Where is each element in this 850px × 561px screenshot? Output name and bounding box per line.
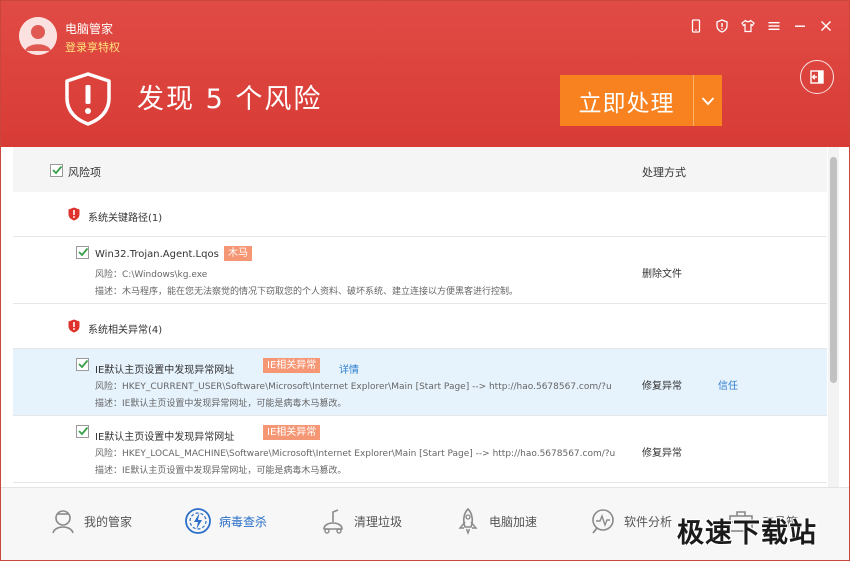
- risk-item[interactable]: Win32.Trojan.Agent.Lqos 木马 风险：C:\Windows…: [13, 237, 827, 304]
- checkmark-icon: [52, 165, 63, 175]
- risk-item-description: 描述：IE默认主页设置中发现异常网址，可能是病毒木马篡改。: [95, 399, 347, 409]
- details-link[interactable]: 详情: [339, 361, 359, 376]
- close-icon[interactable]: [815, 15, 837, 37]
- risk-item-name: IE默认主页设置中发现异常网址: [95, 365, 235, 376]
- column-header-action: 处理方式: [642, 166, 686, 179]
- header-banner: 电脑管家 登录享特权 发现 5 个风险 立即处理: [1, 1, 849, 147]
- risk-item-action[interactable]: 删除文件: [642, 265, 682, 280]
- danger-shield-icon: [68, 207, 80, 221]
- risk-item-checkbox[interactable]: [76, 425, 89, 438]
- scrollbar-thumb[interactable]: [830, 157, 837, 383]
- risk-item-name: IE默认主页设置中发现异常网址: [95, 432, 235, 443]
- nav-label: 软件分析: [624, 514, 673, 529]
- risk-item-action[interactable]: 修复异常: [642, 444, 682, 459]
- risk-item[interactable]: IE默认主页设置中发现异常网址 IE相关异常 详情 风险：HKEY_CURREN…: [13, 349, 827, 416]
- risk-item-path: 风险：HKEY_CURRENT_USER\Software\Microsoft\…: [95, 382, 612, 392]
- fix-now-button[interactable]: 立即处理: [560, 75, 722, 126]
- risk-item-checkbox[interactable]: [76, 246, 89, 259]
- nav-label: 病毒查杀: [219, 514, 268, 529]
- skin-shirt-icon[interactable]: [737, 15, 759, 37]
- checkmark-icon: [78, 426, 89, 436]
- nav-speedup[interactable]: 电脑加速: [453, 505, 537, 537]
- column-header-risk: 风险项: [68, 166, 101, 179]
- risk-item-action[interactable]: 修复异常: [642, 377, 682, 392]
- risk-group-header: 系统相关异常(4): [13, 304, 827, 349]
- checkmark-icon: [78, 247, 89, 257]
- fix-now-label[interactable]: 立即处理: [560, 75, 693, 126]
- app-name: 电脑管家: [65, 22, 114, 36]
- menu-icon[interactable]: [763, 15, 785, 37]
- risk-type-tag: IE相关异常: [263, 425, 321, 440]
- warning-shield-icon: [65, 72, 111, 126]
- risk-group-header: 系统关键路径(1): [13, 192, 827, 237]
- nav-my-manager[interactable]: 我的管家: [48, 505, 132, 537]
- risk-list: 风险项 处理方式 系统关键路径(1) Win32.Trojan.Agent.Lq…: [13, 147, 827, 487]
- nav-label: 清理垃圾: [354, 514, 403, 529]
- site-watermark: 极速下载站: [677, 518, 817, 549]
- select-all-checkbox[interactable]: [50, 164, 63, 177]
- exit-button[interactable]: [800, 60, 834, 94]
- risk-item-description: 描述：木马程序，能在您无法察觉的情况下窃取您的个人资料、破坏系统、建立连接以方便…: [95, 287, 519, 297]
- checkmark-icon: [78, 359, 89, 369]
- risk-item-path: 风险：C:\Windows\kg.exe: [95, 270, 208, 280]
- risk-item-path: 风险：HKEY_LOCAL_MACHINE\Software\Microsoft…: [95, 449, 616, 459]
- cleanup-icon: [318, 506, 348, 536]
- shield-small-icon[interactable]: [711, 15, 733, 37]
- minimize-icon[interactable]: [789, 15, 811, 37]
- risk-type-tag: 木马: [224, 246, 252, 261]
- home-icon: [48, 506, 78, 536]
- risk-type-tag: IE相关异常: [263, 358, 321, 373]
- fix-dropdown-button[interactable]: [693, 75, 722, 126]
- virus-scan-icon: [183, 506, 213, 536]
- exit-icon: [810, 70, 824, 84]
- window-controls: [685, 15, 837, 37]
- nav-cleanup[interactable]: 清理垃圾: [318, 505, 402, 537]
- avatar[interactable]: [19, 17, 57, 55]
- risk-group-title: 系统关键路径(1): [88, 213, 163, 224]
- trust-link[interactable]: 信任: [718, 377, 738, 392]
- nav-label: 我的管家: [84, 514, 133, 529]
- risk-item[interactable]: IE默认主页设置中发现异常网址 IE相关异常 风险：HKEY_LOCAL_MAC…: [13, 416, 827, 483]
- login-link[interactable]: 登录享特权: [65, 39, 120, 55]
- risk-item-name: Win32.Trojan.Agent.Lqos: [95, 249, 219, 260]
- risk-item-description: 描述：IE默认主页设置中发现异常网址，可能是病毒木马篡改。: [95, 466, 347, 476]
- danger-shield-icon: [68, 319, 80, 333]
- rocket-icon: [453, 506, 483, 536]
- risk-group-title: 系统相关异常(4): [88, 325, 163, 336]
- phone-icon[interactable]: [685, 15, 707, 37]
- app-window: 电脑管家 登录享特权 发现 5 个风险 立即处理 风险项 处理方式 系统关键路径…: [0, 0, 850, 561]
- scan-result-headline: 发现 5 个风险: [137, 84, 323, 115]
- nav-virus-scan[interactable]: 病毒查杀: [183, 505, 267, 537]
- nav-software-analysis[interactable]: 软件分析: [588, 505, 672, 537]
- software-analysis-icon: [588, 506, 618, 536]
- chevron-down-icon: [701, 96, 715, 105]
- risk-item-checkbox[interactable]: [76, 358, 89, 371]
- nav-label: 电脑加速: [489, 514, 538, 529]
- list-header: 风险项 处理方式: [13, 147, 827, 192]
- user-icon: [19, 17, 57, 55]
